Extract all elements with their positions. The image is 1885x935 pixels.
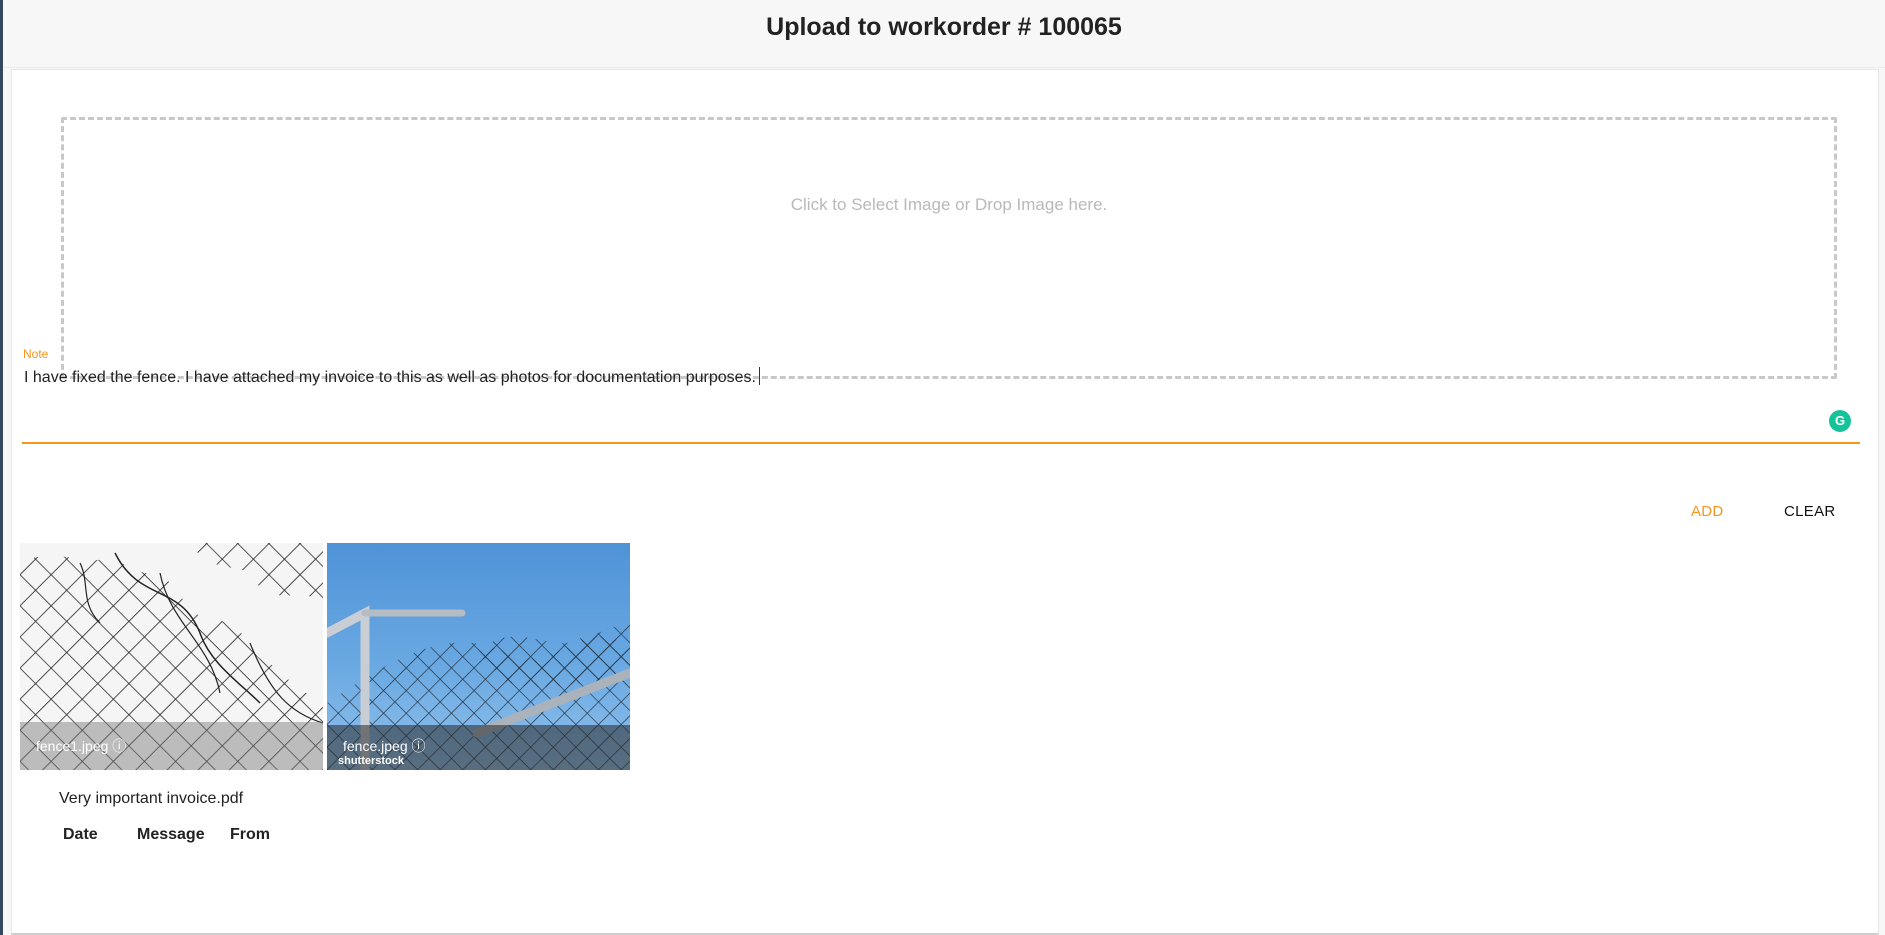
image-dropzone[interactable]: Click to Select Image or Drop Image here… xyxy=(61,117,1837,379)
page-title: Upload to workorder # 100065 xyxy=(766,13,1122,41)
column-header-from: From xyxy=(230,826,270,843)
header: Upload to workorder # 100065 xyxy=(3,0,1885,68)
column-header-date: Date xyxy=(63,826,98,843)
clear-button[interactable]: CLEAR xyxy=(1784,503,1836,520)
note-underline xyxy=(22,442,1860,444)
text-caret xyxy=(758,367,760,385)
watermark-text: shutterstock xyxy=(338,755,405,767)
attachment-thumbnail[interactable]: fence1.jpeg ⓘ xyxy=(20,543,323,770)
add-button[interactable]: ADD xyxy=(1691,503,1724,520)
file-link-invoice[interactable]: Very important invoice.pdf xyxy=(59,790,243,808)
thumbnail-caption-bar: fence.jpeg ⓘ shutterstock xyxy=(327,725,630,770)
note-value: I have fixed the fence. I have attached … xyxy=(24,369,756,386)
attachment-name: fence1.jpeg ⓘ xyxy=(36,738,127,754)
dropzone-hint: Click to Select Image or Drop Image here… xyxy=(790,195,1108,214)
upload-card: Click to Select Image or Drop Image here… xyxy=(11,69,1879,935)
grammarly-icon[interactable]: G xyxy=(1829,410,1851,432)
column-header-message: Message xyxy=(137,826,205,843)
note-label: Note xyxy=(23,347,49,361)
thumbnail-caption-bar: fence1.jpeg ⓘ xyxy=(20,722,323,770)
note-input[interactable]: I have fixed the fence. I have attached … xyxy=(24,367,1784,387)
attachment-name: fence.jpeg ⓘ xyxy=(343,738,426,754)
attachment-thumbnail[interactable]: fence.jpeg ⓘ shutterstock xyxy=(327,543,630,770)
